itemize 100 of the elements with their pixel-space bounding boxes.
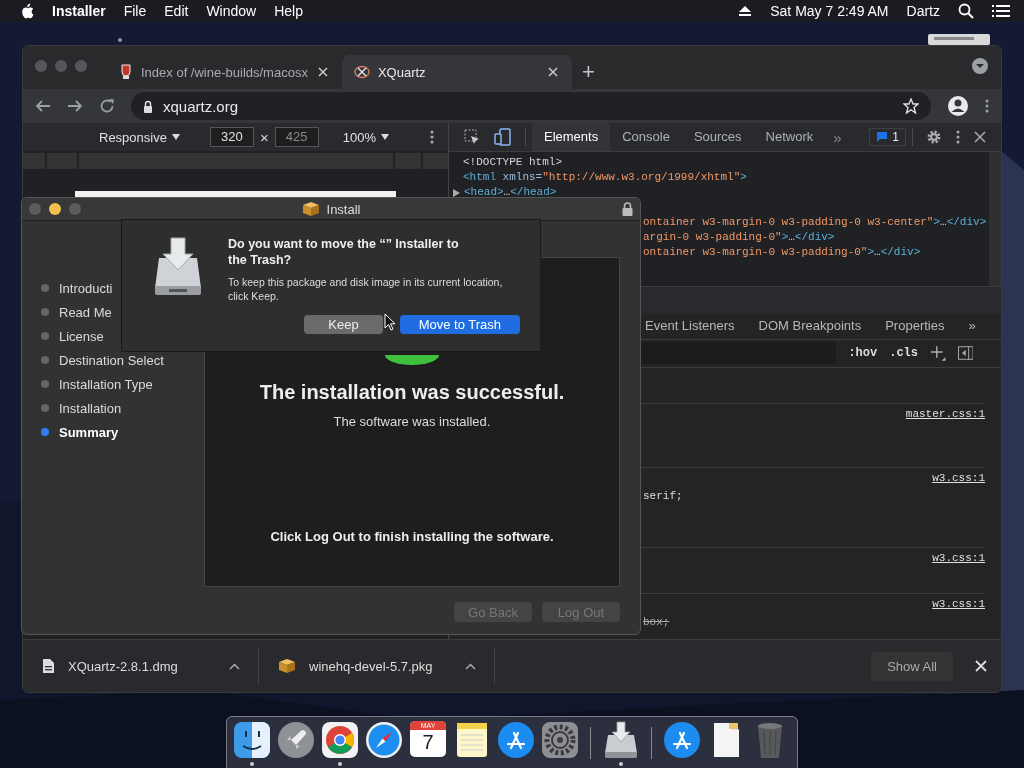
package-icon xyxy=(302,202,319,216)
wine-glass-icon xyxy=(119,64,133,80)
devtools-tab[interactable]: Network xyxy=(753,123,826,151)
reload-icon[interactable] xyxy=(99,98,115,114)
success-icon xyxy=(385,355,439,365)
close-tab-button[interactable] xyxy=(545,65,560,79)
menu-item[interactable]: Help xyxy=(274,3,303,19)
user-name[interactable]: Dartz xyxy=(906,3,940,19)
browser-tab[interactable]: XQuartz xyxy=(341,55,572,89)
smiling-face-icon[interactable] xyxy=(233,721,271,759)
profile-icon[interactable] xyxy=(947,95,969,117)
more-tabs-button[interactable]: » xyxy=(825,128,850,146)
download-item[interactable]: XQuartz-2.8.1.dmg xyxy=(23,648,259,684)
close-icon[interactable] xyxy=(974,131,986,143)
code-line[interactable]: <!DOCTYPE html> xyxy=(449,155,989,170)
menu-item[interactable]: Window xyxy=(206,3,257,19)
chevron-up-icon[interactable] xyxy=(229,662,240,670)
plus-icon[interactable] xyxy=(930,345,946,362)
gear-icon[interactable] xyxy=(541,721,579,759)
source-link[interactable]: w3.css:1 xyxy=(932,552,985,564)
apple-icon[interactable] xyxy=(20,3,34,19)
more-tabs-button[interactable]: » xyxy=(968,318,976,334)
drive-download-icon[interactable] xyxy=(602,721,640,759)
sidebar-tab[interactable]: Event Listeners xyxy=(645,318,735,334)
step-label: Destination Select xyxy=(59,352,164,368)
sidebar-toggle-icon[interactable] xyxy=(957,346,973,361)
device-dropdown[interactable]: Responsive xyxy=(93,129,186,145)
list-icon[interactable] xyxy=(992,4,1010,18)
issues-badge[interactable]: 1 xyxy=(869,128,906,146)
search-icon[interactable] xyxy=(958,3,974,19)
dimension-separator: × xyxy=(259,128,269,146)
a-symbol-icon[interactable] xyxy=(497,721,535,759)
status-text: The software was installed. xyxy=(333,414,491,429)
toggle-button[interactable]: :hov xyxy=(848,346,878,361)
address-bar[interactable]: xquartz.org xyxy=(131,92,931,120)
more-options-icon[interactable] xyxy=(430,130,434,144)
package-icon xyxy=(279,659,295,673)
devtools-tab[interactable]: Elements xyxy=(532,123,611,151)
devtools-tab[interactable]: Sources xyxy=(681,123,754,151)
document-icon xyxy=(43,659,54,673)
instruction-text: Click Log Out to finish installing the software. xyxy=(270,529,554,544)
zoom-dropdown[interactable]: 100% xyxy=(336,129,395,145)
toggle-button[interactable]: .cls xyxy=(889,346,918,361)
cursor-icon xyxy=(384,313,396,331)
new-tab-button[interactable]: + xyxy=(571,55,605,89)
more-options-icon[interactable] xyxy=(956,130,960,144)
devtools-tab[interactable]: Console xyxy=(610,123,682,151)
dialog-title: Do you want to move the “” Installer to the Trash? xyxy=(228,236,460,268)
tab-search-icon[interactable] xyxy=(971,56,989,75)
rocket-icon[interactable] xyxy=(277,721,315,759)
caret-icon xyxy=(171,134,180,140)
step-label: Summary xyxy=(59,424,119,440)
scrollbar[interactable] xyxy=(989,152,1001,287)
dialog-message: To keep this package and disk image in its current location, click Keep. xyxy=(228,275,504,303)
show-all-button[interactable]: Show All xyxy=(871,651,953,681)
dialog-button[interactable]: Keep xyxy=(304,315,383,334)
clock[interactable]: Sat May 7 2:49 AM xyxy=(770,3,889,19)
a-symbol-icon[interactable] xyxy=(663,721,701,759)
css-declaration: box; xyxy=(642,616,671,628)
caret-icon xyxy=(380,134,389,140)
step-label: License xyxy=(59,328,104,344)
device-toggle-icon[interactable] xyxy=(494,128,512,146)
menu-item[interactable]: File xyxy=(123,3,147,19)
height-field[interactable]: 425 xyxy=(274,127,319,147)
sidebar-tab[interactable]: DOM Breakpoints xyxy=(758,318,862,334)
step-label: Installation Type xyxy=(59,376,153,392)
app-menu[interactable]: Installer xyxy=(52,3,106,19)
close-tab-button[interactable] xyxy=(315,65,330,79)
lock-icon xyxy=(143,99,153,113)
day-label: 7 xyxy=(422,730,434,755)
menu-item[interactable]: Edit xyxy=(164,3,189,19)
css-declaration: serif; xyxy=(642,490,684,502)
dialog-button[interactable]: Move to Trash xyxy=(399,315,520,334)
color-wheel-icon[interactable] xyxy=(321,721,359,759)
chevron-up-icon[interactable] xyxy=(465,662,476,670)
code-line[interactable]: <html xmlns="http://www.w3.org/1999/xhtml"> xyxy=(449,170,989,185)
sidebar-tab[interactable]: Properties xyxy=(885,318,945,334)
forward-arrow-icon[interactable] xyxy=(67,98,83,114)
menu-icon[interactable] xyxy=(985,99,989,113)
step-label: Read Me xyxy=(59,304,112,320)
lock-icon[interactable] xyxy=(622,202,633,216)
step-label: Introducti xyxy=(59,280,113,296)
code-line[interactable]: <head>…</head> xyxy=(449,185,989,200)
download-item[interactable]: winehq-devel-5.7.pkg xyxy=(259,648,495,684)
compass-icon[interactable] xyxy=(365,721,403,759)
source-link[interactable]: master.css:1 xyxy=(905,408,985,420)
source-link[interactable]: w3.css:1 xyxy=(932,598,985,610)
inspect-icon[interactable] xyxy=(464,129,480,145)
width-field[interactable]: 320 xyxy=(209,127,254,147)
step-label: Installation xyxy=(59,400,122,416)
x-logo-icon xyxy=(353,65,370,79)
eject-icon[interactable] xyxy=(738,5,753,17)
back-arrow-icon[interactable] xyxy=(35,98,51,114)
source-link[interactable]: w3.css:1 xyxy=(932,472,985,484)
star-icon[interactable] xyxy=(903,98,919,114)
settings-icon[interactable] xyxy=(926,129,942,145)
browser-tab[interactable]: Index of /wine-builds/macosx xyxy=(107,55,342,89)
minimize-button[interactable] xyxy=(49,203,61,215)
headline: The installation was successful. xyxy=(259,381,565,404)
window-title: Install xyxy=(326,201,361,217)
